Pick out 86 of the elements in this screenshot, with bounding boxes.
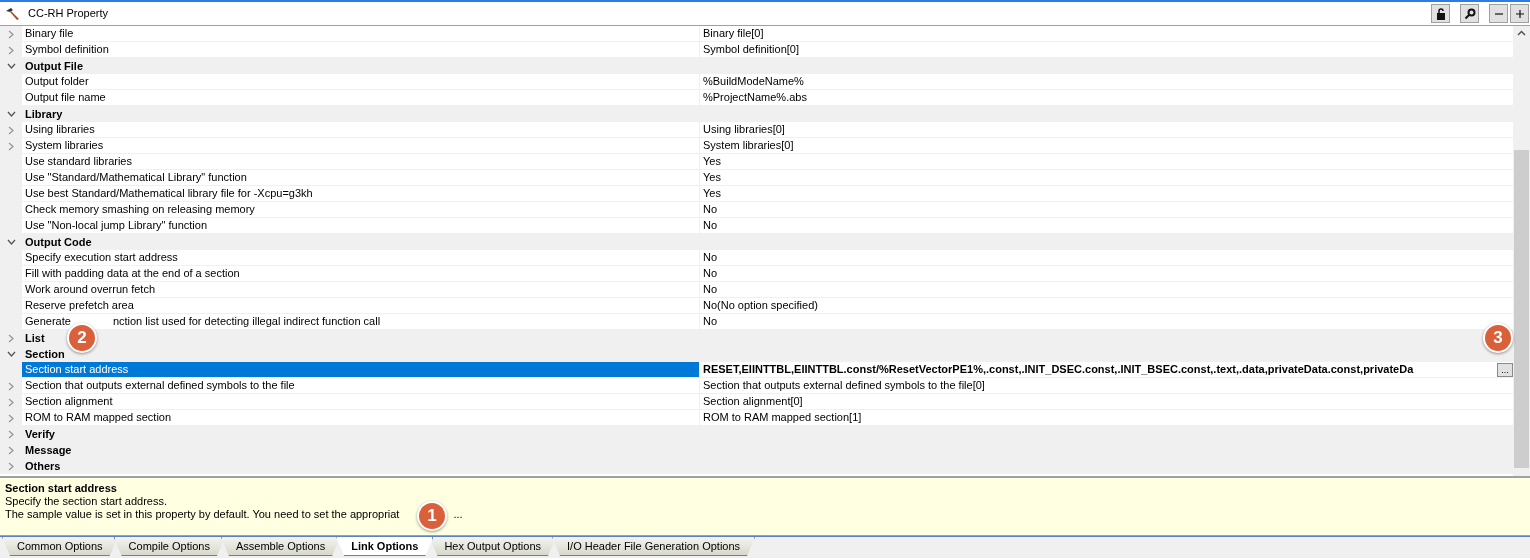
callout-badge: 3 [1483, 323, 1513, 353]
property-value: No [703, 202, 718, 217]
property-value: Section that outputs external defined symbols to the file[0] [703, 378, 985, 393]
lock-icon [1435, 7, 1446, 20]
property-value: No [703, 282, 718, 297]
category-header[interactable]: List [25, 329, 45, 347]
value-cell[interactable]: Using libraries[0] [700, 122, 1513, 138]
property-value: ROM to RAM mapped section[1] [703, 410, 862, 425]
value-cell[interactable]: Section alignment[0] [700, 394, 1513, 410]
property-value: No [703, 266, 718, 281]
property-value: No(No option specified) [703, 298, 818, 313]
property-name[interactable]: Specify execution start address [22, 250, 700, 266]
property-value: System libraries[0] [703, 138, 794, 153]
tab[interactable]: I/O Header File Generation Options [552, 537, 756, 556]
lock-button[interactable] [1431, 4, 1450, 23]
property-name[interactable]: Section that outputs external defined symbols to the file [22, 378, 700, 394]
value-cell[interactable]: System libraries[0] [700, 138, 1513, 154]
search-icon [1463, 7, 1476, 20]
property-value: No [703, 314, 718, 329]
value-cell[interactable]: Section that outputs external defined symbols to the file[0] [700, 378, 1513, 394]
property-value: Symbol definition[0] [703, 42, 799, 57]
value-cell[interactable]: Yes [700, 154, 1513, 170]
property-value: Yes [703, 170, 721, 185]
property-value: Binary file[0] [703, 26, 764, 41]
hammer-icon [5, 6, 21, 21]
property-name[interactable]: Section alignment [22, 394, 700, 410]
collapse-button[interactable] [1489, 4, 1508, 23]
category-header[interactable]: Message [25, 441, 72, 459]
scrollbar[interactable] [1513, 26, 1530, 476]
property-name[interactable]: Fill with padding data at the end of a section [22, 266, 700, 282]
value-cell[interactable]: No [700, 202, 1513, 218]
value-cell[interactable]: Binary file[0] [700, 26, 1513, 42]
value-cell[interactable]: No [700, 250, 1513, 266]
scroll-up-icon[interactable] [1517, 30, 1526, 36]
value-cell[interactable]: RESET,EIINTTBL,EIINTTBL.const/%ResetVectorPE1%,.const,.INIT_DSEC.const,.INIT_BSEC.const,.text,.data,privateData.const,privateDa ... [700, 362, 1513, 378]
property-name[interactable]: Output folder [22, 74, 700, 90]
property-name[interactable]: nction list used for detecting illegal indirect function call [112, 313, 381, 330]
property-name[interactable]: Work around overrun fetch [22, 282, 700, 298]
property-value: Yes [703, 186, 721, 201]
property-value: Using libraries[0] [703, 122, 785, 137]
property-value: No [703, 218, 718, 233]
value-cell[interactable]: No [700, 282, 1513, 298]
description-text: The sample value is set in this property by default. You need to set the appropriat [5, 508, 400, 521]
category-header[interactable]: Section [25, 345, 65, 363]
ellipsis: ... [453, 508, 463, 521]
tab[interactable]: Compile Options [113, 537, 225, 556]
value-cell[interactable]: No(No option specified) [700, 298, 1513, 314]
category-header[interactable]: Others [25, 457, 61, 475]
property-name[interactable]: Section start address [22, 362, 700, 378]
property-name[interactable]: Using libraries [22, 122, 700, 138]
search-button[interactable] [1460, 4, 1479, 23]
tab[interactable]: Common Options [2, 537, 118, 556]
property-value: No [703, 250, 718, 265]
category-header[interactable]: Verify [25, 425, 55, 443]
property-value: Section alignment[0] [703, 394, 803, 409]
name-cell[interactable]: Generate nction list used for detecting illegal indirect function call [22, 314, 700, 330]
tab[interactable]: Link Options [336, 537, 434, 556]
value-cell[interactable]: Yes [700, 170, 1513, 186]
property-name[interactable]: Output file name [22, 90, 700, 106]
property-name[interactable]: Reserve prefetch area [22, 298, 700, 314]
property-name[interactable]: Use standard libraries [22, 154, 700, 170]
window-title: CC-RH Property [28, 6, 109, 22]
description-title: Section start address [5, 482, 117, 495]
property-name[interactable]: ROM to RAM mapped section [22, 410, 700, 426]
category-header[interactable]: Output File [25, 57, 84, 75]
value-cell[interactable]: Yes [700, 186, 1513, 202]
property-name[interactable]: Symbol definition [22, 42, 700, 58]
value-cell[interactable]: %BuildModeName% [700, 74, 1513, 90]
property-value: Yes [703, 154, 721, 169]
property-name[interactable]: Use "Standard/Mathematical Library" function [22, 170, 700, 186]
plus-icon [1514, 8, 1525, 19]
category-header[interactable]: Output Code [25, 233, 92, 251]
description-text: Specify the section start address. [5, 495, 168, 508]
property-name[interactable]: Binary file [22, 26, 700, 42]
property-value: %ProjectName%.abs [703, 90, 807, 105]
property-name[interactable]: Use best Standard/Mathematical library file for -Xcpu=g3kh [22, 186, 700, 202]
property-value: RESET,EIINTTBL,EIINTTBL.const/%ResetVectorPE1%,.const,.INIT_DSEC.const,.INIT_BSEC.const,.text,.data,privateData.const,privateDa [703, 362, 1415, 377]
property-value: %BuildModeName% [703, 74, 804, 89]
browse-button[interactable]: ... [1497, 362, 1513, 377]
value-cell[interactable]: No [700, 266, 1513, 282]
property-name[interactable]: System libraries [22, 138, 700, 154]
property-name[interactable]: Check memory smashing on releasing memory [22, 202, 700, 218]
scrollbar-thumb[interactable] [1514, 150, 1529, 468]
property-name[interactable]: Use "Non-local jump Library" function [22, 218, 700, 234]
category-header[interactable]: Library [25, 105, 63, 123]
expand-button[interactable] [1510, 4, 1529, 23]
